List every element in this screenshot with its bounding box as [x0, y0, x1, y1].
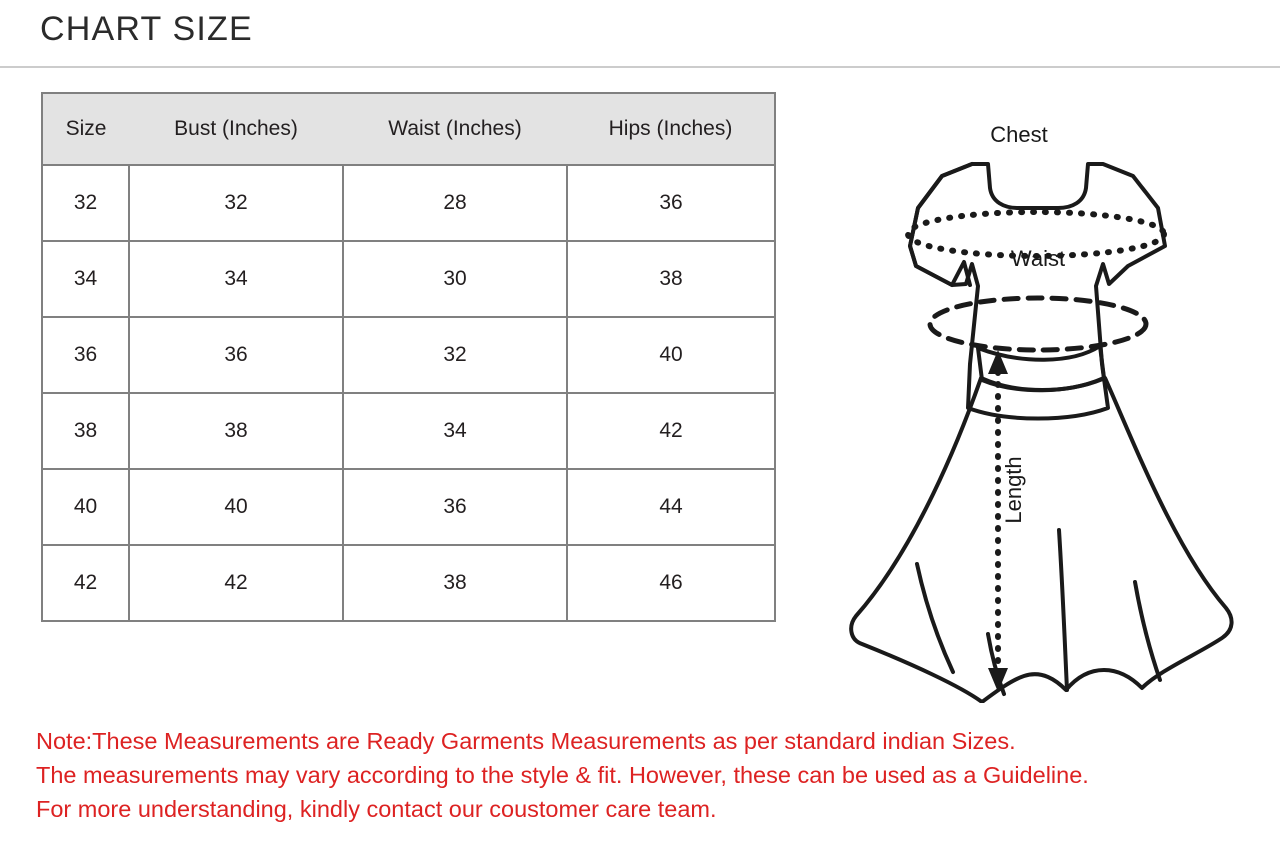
length-label: Length: [1001, 456, 1026, 523]
column-header-size: Size: [41, 92, 129, 166]
cell-hips: 36: [566, 164, 776, 242]
cell-hips: 42: [566, 392, 776, 470]
cell-waist: 30: [342, 240, 568, 318]
cell-hips: 40: [566, 316, 776, 394]
column-header-waist: Waist (Inches): [343, 92, 567, 166]
column-header-hips: Hips (Inches): [567, 92, 776, 166]
waist-label: Waist: [1011, 246, 1065, 271]
note-line-1: Note:These Measurements are Ready Garmen…: [36, 728, 1016, 754]
cell-waist: 34: [342, 392, 568, 470]
cell-bust: 36: [128, 316, 344, 394]
note-line-2: The measurements may vary according to t…: [36, 762, 1089, 788]
cell-hips: 38: [566, 240, 776, 318]
length-arrow-down: [988, 668, 1008, 692]
note-line-3: For more understanding, kindly contact o…: [36, 796, 717, 822]
size-chart-table: Size Bust (Inches) Waist (Inches) Hips (…: [41, 92, 776, 622]
cell-hips: 46: [566, 544, 776, 622]
table-row: 32 32 28 36: [41, 164, 776, 242]
cell-waist: 36: [342, 468, 568, 546]
cell-bust: 42: [128, 544, 344, 622]
cell-bust: 40: [128, 468, 344, 546]
table-row: 42 42 38 46: [41, 544, 776, 622]
blouse-body-outline: [908, 162, 1167, 421]
cell-bust: 34: [128, 240, 344, 318]
cell-bust: 32: [128, 164, 344, 242]
cell-waist: 28: [342, 164, 568, 242]
cell-size: 32: [41, 164, 130, 242]
note-block: Note:These Measurements are Ready Garmen…: [36, 724, 1266, 826]
column-header-bust: Bust (Inches): [129, 92, 343, 166]
table-row: 36 36 32 40: [41, 316, 776, 394]
cell-waist: 38: [342, 544, 568, 622]
table-row: 34 34 30 38: [41, 240, 776, 318]
cell-waist: 32: [342, 316, 568, 394]
table-row: 38 38 34 42: [41, 392, 776, 470]
skirt-outline: [849, 376, 1234, 703]
table-header-row: Size Bust (Inches) Waist (Inches) Hips (…: [41, 92, 776, 166]
cell-hips: 44: [566, 468, 776, 546]
table-row: 40 40 36 44: [41, 468, 776, 546]
cell-bust: 38: [128, 392, 344, 470]
cell-size: 40: [41, 468, 130, 546]
page-title: CHART SIZE: [40, 10, 253, 48]
skirt-panel-line-3: [1057, 528, 1069, 692]
skirt-panel-line-4: [1133, 580, 1162, 682]
cell-size: 34: [41, 240, 130, 318]
cell-size: 42: [41, 544, 130, 622]
cell-size: 38: [41, 392, 130, 470]
waist-measure-ellipse: [927, 295, 1149, 353]
skirt-panel-line-1: [915, 562, 955, 674]
dress-measurement-illustration: Chest Waist Length: [820, 78, 1260, 703]
title-divider: [0, 66, 1280, 68]
chest-label: Chest: [990, 122, 1047, 147]
cell-size: 36: [41, 316, 130, 394]
